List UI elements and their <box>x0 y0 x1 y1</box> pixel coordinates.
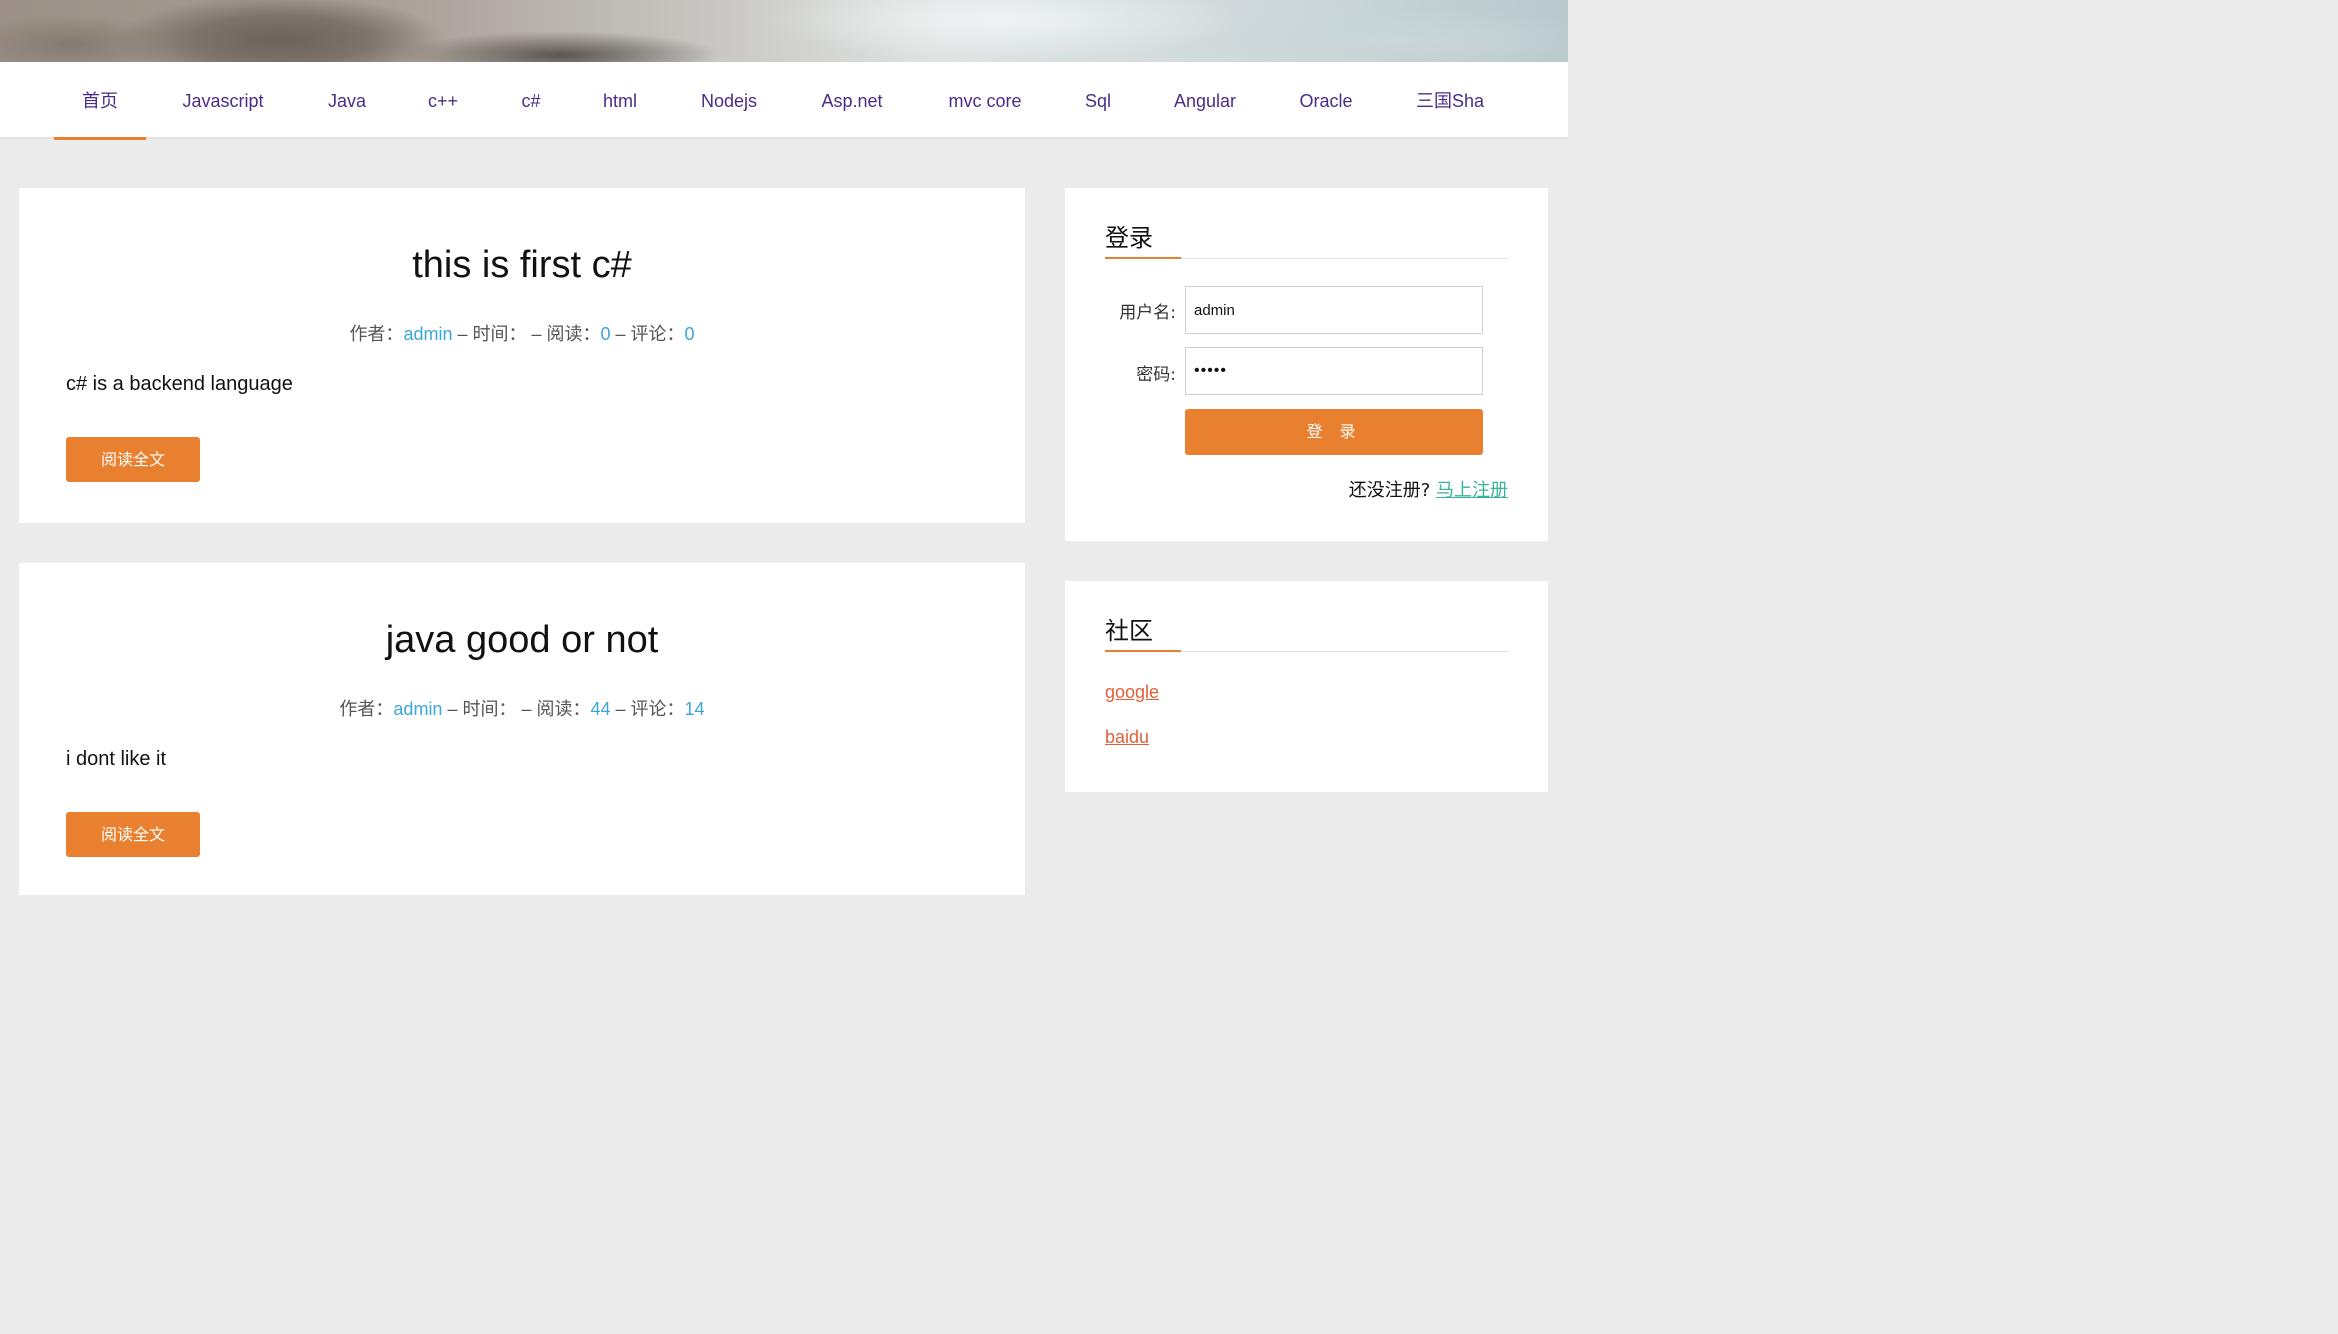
username-label: 用户名: <box>1119 303 1176 323</box>
author-link[interactable]: admin <box>393 699 442 719</box>
comments-label: – 评论： <box>610 324 685 344</box>
nav-item-home[interactable]: 首页 <box>54 62 146 139</box>
post-title[interactable]: this is first c# <box>19 244 1025 287</box>
top-navigation: 首页 Javascript Java c++ c# html Nodejs As… <box>0 62 1568 139</box>
nav-item-csharp[interactable]: c# <box>505 62 557 139</box>
post-excerpt: i dont like it <box>66 748 167 770</box>
read-more-button[interactable]: 阅读全文 <box>66 812 200 857</box>
register-link[interactable]: 马上注册 <box>1436 480 1508 501</box>
register-prompt: 还没注册? 马上注册 <box>1349 476 1508 502</box>
register-prompt-text: 还没注册? <box>1348 480 1431 501</box>
header-banner-image <box>0 0 1568 62</box>
time-label: – 时间： <box>442 699 517 719</box>
password-input[interactable]: ••••• <box>1185 347 1483 395</box>
login-button[interactable]: 登 录 <box>1185 409 1483 455</box>
author-link[interactable]: admin <box>403 324 452 344</box>
community-link-google[interactable]: google <box>1105 682 1159 703</box>
comments-count: 0 <box>684 324 695 344</box>
title-accent-underline <box>1105 257 1181 259</box>
read-more-button[interactable]: 阅读全文 <box>66 437 200 482</box>
post-card: this is first c# 作者：admin – 时间： – 阅读：0 –… <box>19 188 1025 523</box>
login-panel: 登录 用户名: 密码: ••••• 登 录 还没注册? 马上注册 <box>1065 188 1548 541</box>
nav-item-aspnet[interactable]: Asp.net <box>806 62 898 139</box>
reads-count: 0 <box>600 324 611 344</box>
nav-item-javascript[interactable]: Javascript <box>168 62 278 139</box>
login-title: 登录 <box>1105 224 1153 252</box>
post-meta: 作者：admin – 时间： – 阅读：44 – 评论：14 <box>19 695 1025 721</box>
community-title: 社区 <box>1105 617 1153 645</box>
nav-item-mvc-core[interactable]: mvc core <box>934 62 1036 139</box>
time-label: – 时间： <box>452 324 527 344</box>
author-label: 作者： <box>339 699 394 719</box>
nav-item-nodejs[interactable]: Nodejs <box>688 62 770 139</box>
nav-item-oracle[interactable]: Oracle <box>1287 62 1365 139</box>
nav-item-sanguosha[interactable]: 三国Sha <box>1404 62 1496 139</box>
nav-item-cpp[interactable]: c++ <box>413 62 473 139</box>
password-label: 密码: <box>1136 365 1176 385</box>
post-card: java good or not 作者：admin – 时间： – 阅读：44 … <box>19 563 1025 895</box>
username-input[interactable] <box>1185 286 1483 334</box>
nav-item-html[interactable]: html <box>588 62 652 139</box>
reads-count: 44 <box>590 699 611 719</box>
comments-label: – 评论： <box>610 699 685 719</box>
nav-item-angular[interactable]: Angular <box>1160 62 1250 139</box>
post-meta: 作者：admin – 时间： – 阅读：0 – 评论：0 <box>19 320 1025 346</box>
nav-item-sql[interactable]: Sql <box>1073 62 1123 139</box>
comments-count: 14 <box>684 699 705 719</box>
community-link-baidu[interactable]: baidu <box>1105 727 1149 748</box>
reads-label: – 阅读： <box>516 699 591 719</box>
community-panel: 社区 google baidu <box>1065 581 1548 792</box>
author-label: 作者： <box>349 324 404 344</box>
active-nav-indicator <box>54 137 146 140</box>
title-accent-underline <box>1105 650 1181 652</box>
reads-label: – 阅读： <box>526 324 601 344</box>
nav-item-java[interactable]: Java <box>312 62 382 139</box>
post-title[interactable]: java good or not <box>19 619 1025 662</box>
post-excerpt: c# is a backend language <box>66 373 293 395</box>
